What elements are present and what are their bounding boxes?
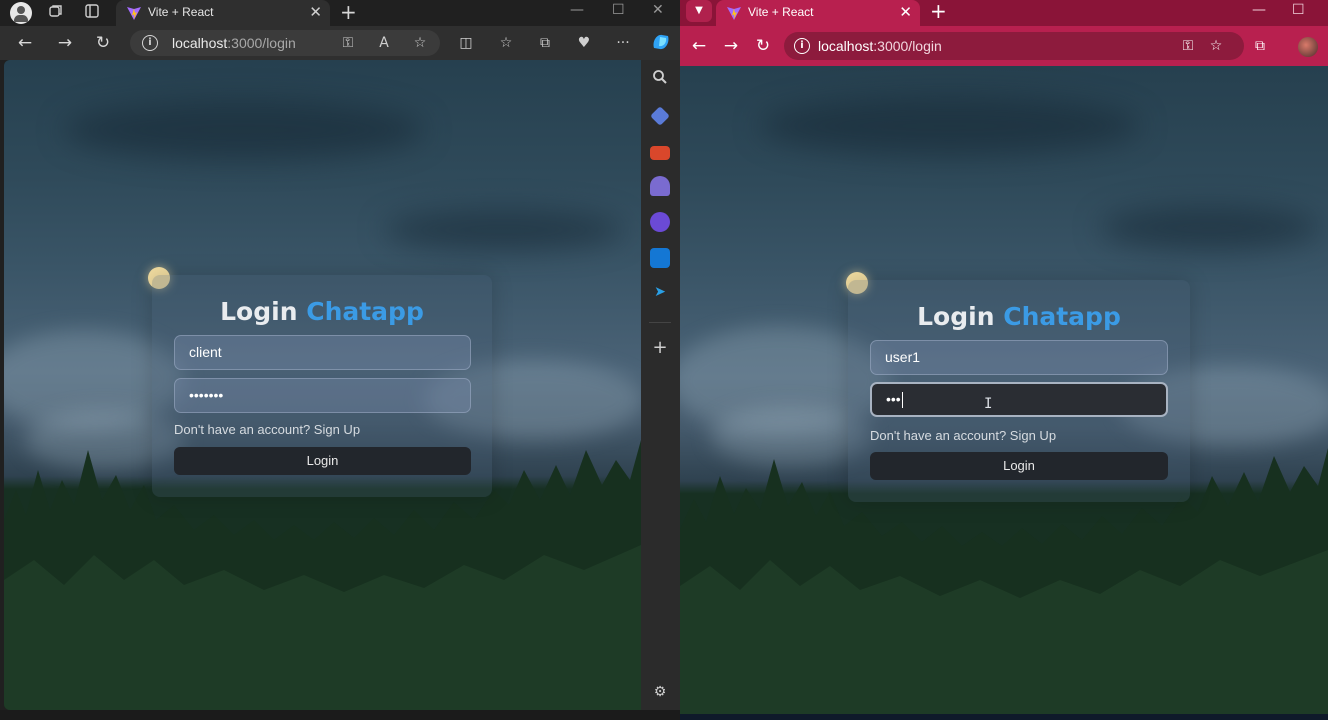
shopping-tag-icon[interactable] <box>650 106 670 126</box>
site-info-icon[interactable]: i <box>142 35 158 51</box>
new-tab-icon[interactable]: + <box>930 1 947 21</box>
chrome-tab[interactable]: Vite + React ✕ <box>716 0 920 26</box>
address-bar[interactable]: i localhost:3000/login ⚿ A ☆ <box>130 30 440 56</box>
forward-icon[interactable]: → <box>54 33 76 53</box>
chrome-tabstrip: ▼ Vite + React ✕ + — ☐ <box>680 0 1328 26</box>
login-title: Login Chatapp <box>220 297 424 326</box>
minimize-icon[interactable]: — <box>1252 2 1266 18</box>
password-input[interactable]: ••••••• <box>174 378 471 413</box>
reload-icon[interactable]: ↻ <box>92 33 114 53</box>
back-icon[interactable]: ← <box>688 36 710 56</box>
login-card: Login Chatapp user1 ••• I Don't have an … <box>848 280 1190 502</box>
forward-icon[interactable]: → <box>720 36 742 56</box>
extensions-icon[interactable]: ⧉ <box>1250 36 1270 56</box>
search-icon[interactable] <box>650 69 670 89</box>
outlook-icon[interactable] <box>650 248 670 268</box>
site-info-icon[interactable]: i <box>794 38 810 54</box>
window-close-icon[interactable]: ✕ <box>652 2 664 18</box>
workspaces-icon[interactable] <box>46 3 66 23</box>
chrome-toolbar: ← → ↻ i localhost:3000/login ⚿ ☆ ⧉ <box>680 26 1328 66</box>
edge-tabstrip: Vite + React ✕ + — ☐ ✕ <box>0 0 680 26</box>
address-bar[interactable]: i localhost:3000/login ⚿ ☆ <box>784 32 1244 60</box>
password-key-icon[interactable]: ⚿ <box>1178 36 1198 56</box>
signup-link[interactable]: Don't have an account? Sign Up <box>870 428 1056 443</box>
maximize-icon[interactable]: ☐ <box>1292 2 1305 18</box>
copilot-icon[interactable] <box>650 31 670 51</box>
profile-icon[interactable] <box>10 2 32 24</box>
tab-title: Vite + React <box>748 5 814 19</box>
read-aloud-icon[interactable]: A <box>374 33 394 53</box>
profile-avatar[interactable] <box>1298 37 1318 57</box>
tab-close-icon[interactable]: ✕ <box>899 3 912 21</box>
login-title: Login Chatapp <box>917 302 1121 331</box>
login-button[interactable]: Login <box>870 452 1168 480</box>
maximize-icon[interactable]: ☐ <box>612 2 625 18</box>
tab-search-chevron-icon[interactable]: ▼ <box>686 0 712 22</box>
edge-page-viewport: Login Chatapp client ••••••• Don't have … <box>4 60 641 710</box>
settings-gear-icon[interactable]: ⚙ <box>650 682 670 702</box>
browser-essentials-icon[interactable]: ♥ <box>574 33 594 53</box>
vertical-tabs-icon[interactable] <box>82 3 102 23</box>
send-icon[interactable]: ➤ <box>650 282 670 302</box>
more-options-icon[interactable]: ··· <box>613 33 633 53</box>
edge-tab[interactable]: Vite + React ✕ <box>116 0 330 26</box>
edge-window: Vite + React ✕ + — ☐ ✕ ← → ↻ i localhost… <box>0 0 680 720</box>
username-input[interactable]: client <box>174 335 471 370</box>
vite-favicon-icon <box>127 7 141 20</box>
username-input[interactable]: user1 <box>870 340 1168 375</box>
login-button[interactable]: Login <box>174 447 471 475</box>
signup-link[interactable]: Don't have an account? Sign Up <box>174 422 360 437</box>
chrome-bottom-edge <box>680 714 1328 720</box>
favorites-icon[interactable]: ☆ <box>496 33 516 53</box>
edge-toolbar: ← → ↻ i localhost:3000/login ⚿ A ☆ ◫ ☆ ⧉… <box>0 26 680 60</box>
key-icon[interactable]: ⚿ <box>338 33 358 53</box>
screen: Vite + React ✕ + — ☐ ✕ ← → ↻ i localhost… <box>0 0 1328 720</box>
sidebar-divider <box>649 322 671 323</box>
copilot-sidebar-icon[interactable] <box>650 212 670 232</box>
chrome-window: ▼ Vite + React ✕ + — ☐ ← → ↻ i localhost… <box>680 0 1328 720</box>
address-url: localhost:3000/login <box>172 35 296 51</box>
add-sidebar-app-icon[interactable]: + <box>650 338 670 358</box>
collections-icon[interactable]: ⧉ <box>535 33 555 53</box>
text-caret <box>901 392 903 409</box>
vite-favicon-icon <box>727 7 741 20</box>
back-icon[interactable]: ← <box>14 33 36 53</box>
chrome-page-viewport: Login Chatapp user1 ••• I Don't have an … <box>680 66 1328 714</box>
reload-icon[interactable]: ↻ <box>752 36 774 56</box>
tab-close-icon[interactable]: ✕ <box>309 3 322 21</box>
tools-icon[interactable] <box>650 146 670 160</box>
edge-bottom-edge <box>0 710 680 720</box>
password-value: ••• <box>886 391 901 407</box>
split-screen-icon[interactable]: ◫ <box>456 33 476 53</box>
edge-sidebar: ➤ + ⚙ <box>641 60 680 710</box>
games-icon[interactable] <box>650 176 670 196</box>
address-url: localhost:3000/login <box>818 38 942 54</box>
tab-title: Vite + React <box>148 5 214 19</box>
password-input[interactable]: ••• <box>870 382 1168 417</box>
bookmark-star-icon[interactable]: ☆ <box>1206 36 1226 56</box>
login-card: Login Chatapp client ••••••• Don't have … <box>152 275 492 497</box>
new-tab-icon[interactable]: + <box>340 2 357 22</box>
text-cursor-icon: I <box>984 396 993 412</box>
favorite-star-icon[interactable]: ☆ <box>410 33 430 53</box>
minimize-icon[interactable]: — <box>570 2 584 18</box>
